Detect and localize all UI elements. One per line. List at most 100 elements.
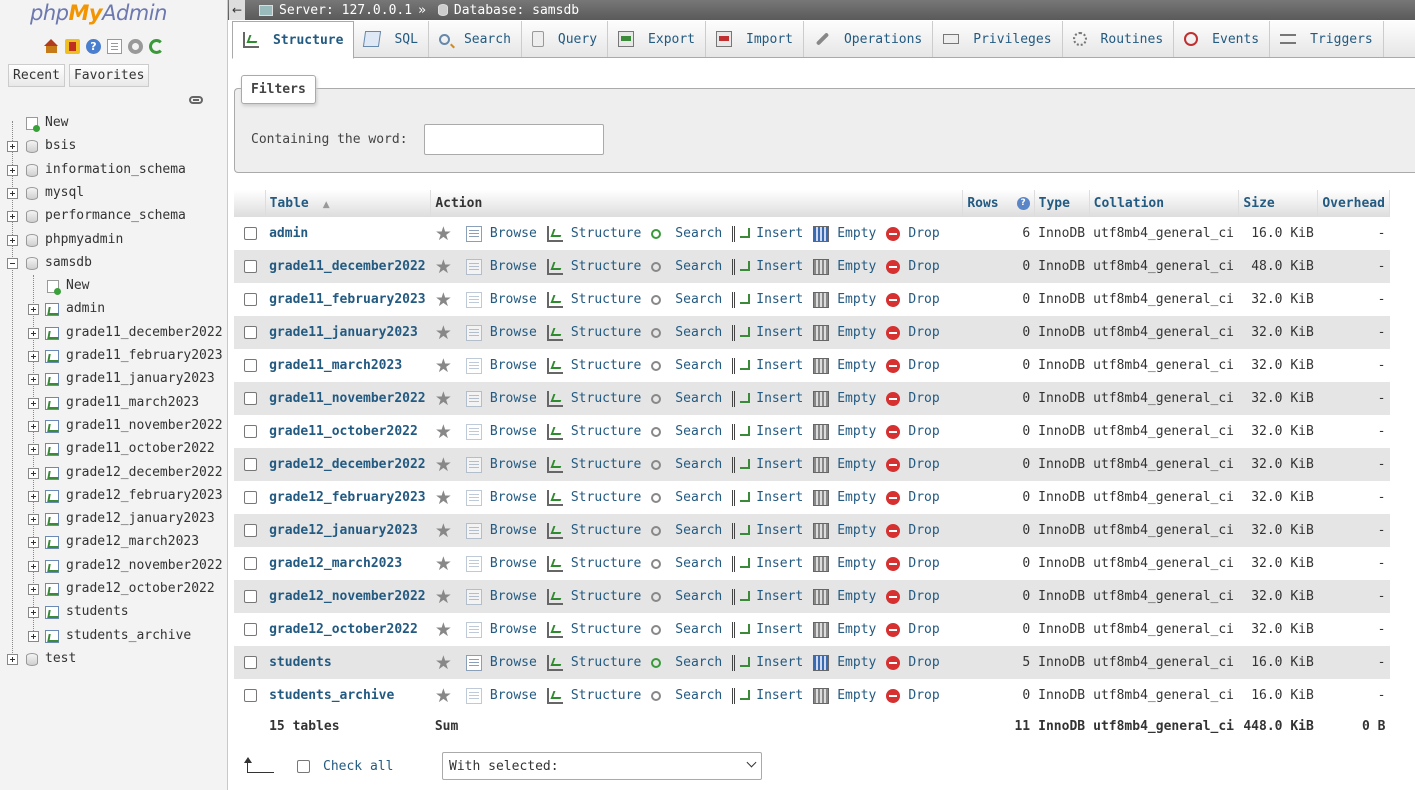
browse-button[interactable]: Browse <box>465 555 537 572</box>
new-icon[interactable] <box>47 280 61 296</box>
structure-button[interactable]: Structure <box>546 687 641 704</box>
tree-label[interactable]: grade11_december2022 <box>66 325 223 340</box>
empty-button[interactable]: Empty <box>813 258 876 275</box>
search-button[interactable]: Search <box>651 325 722 340</box>
empty-button[interactable]: Empty <box>813 357 876 374</box>
favorite-star-icon[interactable]: ★ <box>435 587 452 606</box>
browse-button[interactable]: Browse <box>465 654 537 671</box>
tab-sql[interactable]: SQL <box>354 21 429 57</box>
tree-label[interactable]: performance_schema <box>45 208 186 223</box>
browse-button[interactable]: Browse <box>465 423 537 440</box>
search-button[interactable]: Search <box>651 292 722 307</box>
expand-icon[interactable] <box>28 374 39 386</box>
home-icon[interactable] <box>44 39 59 54</box>
browse-button[interactable]: Browse <box>465 621 537 638</box>
structure-button[interactable]: Structure <box>546 621 641 638</box>
browse-button[interactable]: Browse <box>465 522 537 539</box>
expand-icon[interactable] <box>28 607 39 619</box>
table-name-link[interactable]: grade12_january2023 <box>269 523 418 538</box>
expand-icon[interactable] <box>28 537 39 549</box>
favorite-star-icon[interactable]: ★ <box>435 356 452 375</box>
tree-label[interactable]: bsis <box>45 138 76 153</box>
table-size[interactable]: 32.0 KiB <box>1238 382 1318 415</box>
empty-button[interactable]: Empty <box>813 324 876 341</box>
browse-button[interactable]: Browse <box>465 390 537 407</box>
table-icon[interactable] <box>45 326 59 340</box>
insert-button[interactable]: Insert <box>732 390 803 407</box>
table-name-link[interactable]: grade12_february2023 <box>269 490 426 505</box>
table-name-link[interactable]: grade11_november2022 <box>269 391 426 406</box>
structure-button[interactable]: Structure <box>546 390 641 407</box>
structure-button[interactable]: Structure <box>546 357 641 374</box>
table-icon[interactable] <box>45 536 59 550</box>
structure-button[interactable]: Structure <box>546 654 641 671</box>
favorite-star-icon[interactable]: ★ <box>435 389 452 408</box>
structure-button[interactable]: Structure <box>546 555 641 572</box>
new-icon[interactable] <box>26 117 40 132</box>
table-size[interactable]: 32.0 KiB <box>1238 448 1318 481</box>
structure-button[interactable]: Structure <box>546 522 641 539</box>
expand-icon[interactable] <box>7 211 18 223</box>
table-size[interactable]: 16.0 KiB <box>1238 217 1318 250</box>
drop-button[interactable]: Drop <box>886 688 940 703</box>
tree-label[interactable]: grade12_february2023 <box>66 488 223 503</box>
row-checkbox[interactable] <box>244 656 257 669</box>
tab-search[interactable]: Search <box>429 21 522 57</box>
tab-triggers[interactable]: Triggers <box>1270 21 1384 57</box>
info-icon[interactable]: ? <box>1016 197 1030 210</box>
empty-button[interactable]: Empty <box>813 555 876 572</box>
tree-label[interactable]: students_archive <box>66 628 191 643</box>
header-type[interactable]: Type <box>1034 190 1090 217</box>
favorite-star-icon[interactable]: ★ <box>435 257 452 276</box>
row-checkbox[interactable] <box>244 524 257 537</box>
tree-label[interactable]: grade11_october2022 <box>66 441 215 456</box>
documentation-icon[interactable] <box>107 39 122 54</box>
tab-routines[interactable]: Routines <box>1063 21 1175 57</box>
tree-label[interactable]: grade12_january2023 <box>66 511 215 526</box>
tree-table[interactable]: admin <box>0 298 227 321</box>
tree-table[interactable]: grade12_november2022 <box>0 555 227 578</box>
tree-label[interactable]: phpmyadmin <box>45 232 123 247</box>
table-size[interactable]: 32.0 KiB <box>1238 613 1318 646</box>
favorite-star-icon[interactable]: ★ <box>435 422 452 441</box>
check-all[interactable]: Check all <box>297 759 393 774</box>
favorite-star-icon[interactable]: ★ <box>435 521 452 540</box>
row-checkbox[interactable] <box>244 227 257 240</box>
insert-button[interactable]: Insert <box>732 654 803 671</box>
table-icon[interactable] <box>45 303 59 317</box>
browse-button[interactable]: Browse <box>465 324 537 341</box>
expand-icon[interactable] <box>28 304 39 316</box>
search-button[interactable]: Search <box>651 358 722 373</box>
row-checkbox[interactable] <box>244 293 257 306</box>
collapse-nav-button[interactable]: ← <box>229 0 245 20</box>
favorite-star-icon[interactable]: ★ <box>435 224 452 243</box>
expand-icon[interactable] <box>7 164 18 176</box>
tree-table[interactable]: grade12_december2022 <box>0 462 227 485</box>
tree-database[interactable]: mysql <box>0 182 227 205</box>
favorite-star-icon[interactable]: ★ <box>435 686 452 705</box>
drop-button[interactable]: Drop <box>886 457 940 472</box>
breadcrumb-database[interactable]: Database: samsdb <box>454 3 579 18</box>
search-button[interactable]: Search <box>651 457 722 472</box>
table-size[interactable]: 32.0 KiB <box>1238 547 1318 580</box>
expand-icon[interactable] <box>28 444 39 456</box>
logout-icon[interactable] <box>65 39 80 54</box>
browse-button[interactable]: Browse <box>465 588 537 605</box>
structure-button[interactable]: Structure <box>546 588 641 605</box>
favorite-star-icon[interactable]: ★ <box>435 323 452 342</box>
header-overhead[interactable]: Overhead <box>1317 190 1390 217</box>
tree-new[interactable]: New <box>0 112 227 135</box>
favorite-star-icon[interactable]: ★ <box>435 620 452 639</box>
table-name-link[interactable]: grade12_november2022 <box>269 589 426 604</box>
drop-button[interactable]: Drop <box>886 490 940 505</box>
expand-icon[interactable] <box>7 141 18 153</box>
expand-icon[interactable] <box>28 584 39 595</box>
tree-table[interactable]: grade12_february2023 <box>0 485 227 508</box>
search-button[interactable]: Search <box>651 523 722 538</box>
recent-button[interactable]: Recent <box>8 64 65 87</box>
tree-table[interactable]: grade11_october2022 <box>0 438 227 461</box>
structure-button[interactable]: Structure <box>546 456 641 473</box>
search-button[interactable]: Search <box>651 226 722 241</box>
tree-label[interactable]: grade12_march2023 <box>66 534 199 549</box>
row-checkbox[interactable] <box>244 326 257 339</box>
